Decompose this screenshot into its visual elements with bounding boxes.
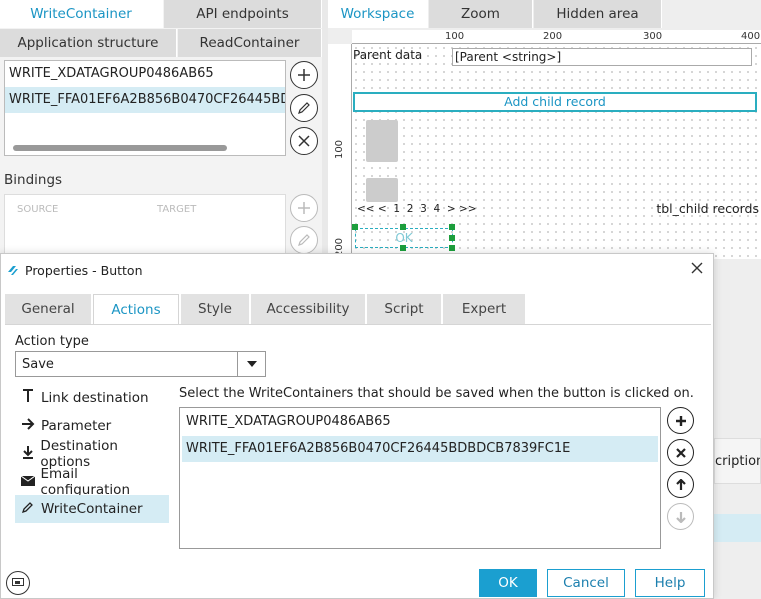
side-item-writecontainer[interactable]: WriteContainer: [15, 495, 169, 523]
ruler-label: 100: [445, 31, 465, 42]
parent-field[interactable]: [Parent <string>]: [452, 48, 752, 66]
resize-handle[interactable]: [449, 245, 455, 251]
add-button[interactable]: [290, 61, 318, 89]
app-logo-icon: [8, 266, 18, 275]
column-header-source: SOURCE: [17, 203, 59, 215]
pencil-icon: [298, 234, 310, 246]
tab-api-endpoints[interactable]: API endpoints: [164, 0, 322, 28]
dialog-title: Properties - Button: [25, 262, 143, 278]
design-canvas[interactable]: Parent data [Parent <string>] Add child …: [352, 44, 761, 259]
side-item-label: WriteContainer: [41, 501, 143, 517]
resize-handle[interactable]: [400, 245, 406, 251]
column-header-target: TARGET: [157, 203, 197, 215]
dialog-titlebar[interactable]: Properties - Button: [1, 254, 713, 286]
dialog-tabs: General Actions Style Accessibility Scri…: [5, 294, 527, 324]
tab-zoom[interactable]: Zoom: [429, 0, 533, 28]
tab-accessibility[interactable]: Accessibility: [251, 294, 365, 324]
action-type-select[interactable]: Save: [15, 351, 266, 377]
add-container-button[interactable]: [667, 407, 694, 434]
close-icon: [298, 135, 310, 147]
ruler-label: 200: [543, 31, 563, 42]
help-button[interactable]: Help: [635, 569, 705, 597]
resize-handle[interactable]: [449, 235, 455, 241]
ruler-label: 100: [334, 139, 346, 160]
list-item[interactable]: WRITE_FFA01EF6A2B856B0470CF26445BDBDCB78…: [182, 436, 658, 462]
delete-button[interactable]: [290, 127, 318, 155]
side-item-label: Parameter: [41, 418, 112, 434]
behind-row: [714, 514, 761, 542]
pin-icon: [15, 389, 41, 407]
action-type-label: Action type: [15, 334, 89, 349]
horizontal-scrollbar[interactable]: [13, 145, 227, 151]
list-item[interactable]: WRITE_FFA01EF6A2B856B0470CF26445BDBD: [5, 87, 285, 113]
tab-application-structure[interactable]: Application structure: [0, 29, 177, 57]
horizontal-ruler: 100 200 300 400: [352, 30, 761, 44]
bindings-label: Bindings: [4, 172, 63, 188]
remove-container-button[interactable]: [667, 439, 694, 466]
vertical-ruler: 100 200: [328, 44, 352, 259]
plus-icon: [298, 69, 310, 81]
resize-handle[interactable]: [449, 224, 455, 230]
screen-icon[interactable]: [6, 571, 30, 595]
side-item-destination-options[interactable]: Destination options: [15, 438, 169, 470]
tab-actions[interactable]: Actions: [93, 294, 179, 324]
add-binding-button[interactable]: [290, 194, 318, 222]
plus-icon: [298, 202, 310, 214]
instruction-text: Select the WriteContainers that should b…: [179, 386, 694, 401]
side-item-label: Email configuration: [40, 466, 131, 498]
ruler-label: 400: [741, 31, 761, 42]
resize-handle[interactable]: [400, 224, 406, 230]
action-type-value: Save: [22, 356, 54, 372]
side-item-email-configuration[interactable]: Email configuration: [15, 466, 169, 498]
tab-expert[interactable]: Expert: [443, 294, 525, 324]
move-up-button[interactable]: [667, 471, 694, 498]
side-item-parameter[interactable]: Parameter: [15, 412, 169, 440]
plus-icon: [675, 415, 686, 426]
close-icon: [675, 447, 686, 458]
ruler-label: 300: [643, 31, 663, 42]
download-icon: [15, 445, 40, 463]
add-child-record-button[interactable]: Add child record: [353, 92, 757, 112]
bindings-table: SOURCE TARGET: [4, 194, 286, 254]
tab-readcontainer[interactable]: ReadContainer: [178, 29, 322, 57]
writecontainer-list: WRITE_XDATAGROUP0486AB65 WRITE_FFA01EF6A…: [4, 60, 286, 156]
list-item[interactable]: WRITE_XDATAGROUP0486AB65: [5, 61, 285, 87]
side-item-link-destination[interactable]: Link destination: [15, 384, 169, 412]
pencil-icon: [15, 501, 41, 517]
tab-general[interactable]: General: [5, 294, 91, 324]
tab-writecontainer[interactable]: WriteContainer: [0, 0, 163, 28]
arrow-right-icon: [15, 418, 41, 434]
envelope-icon: [15, 474, 40, 490]
properties-dialog: Properties - Button General Actions Styl…: [0, 253, 714, 599]
close-icon[interactable]: [691, 262, 703, 277]
tab-style[interactable]: Style: [181, 294, 249, 324]
chevron-down-icon[interactable]: [237, 352, 265, 376]
arrow-down-icon: [675, 511, 686, 523]
edit-button[interactable]: [290, 94, 318, 122]
pencil-icon: [298, 102, 310, 114]
pager[interactable]: << < 1 2 3 4 > >>: [357, 203, 477, 215]
move-down-button[interactable]: [667, 503, 694, 530]
behind-column-header: cription: [714, 438, 761, 484]
parent-data-label[interactable]: Parent data: [353, 48, 422, 62]
list-item[interactable]: WRITE_XDATAGROUP0486AB65: [182, 409, 658, 435]
tab-workspace[interactable]: Workspace: [328, 0, 428, 28]
writecontainer-select-list: WRITE_XDATAGROUP0486AB65 WRITE_FFA01EF6A…: [179, 407, 661, 549]
table-label[interactable]: tbl_child records: [656, 201, 759, 216]
arrow-up-icon: [675, 478, 686, 490]
tab-hidden-area[interactable]: Hidden area: [534, 0, 662, 28]
tab-script[interactable]: Script: [367, 294, 441, 324]
side-item-label: Link destination: [41, 390, 149, 406]
edit-binding-button[interactable]: [290, 226, 318, 254]
document-icon: [366, 120, 398, 162]
ok-button[interactable]: OK: [479, 569, 537, 597]
cancel-button[interactable]: Cancel: [547, 569, 625, 597]
resize-handle[interactable]: [352, 224, 358, 230]
document-icon: [366, 178, 398, 202]
